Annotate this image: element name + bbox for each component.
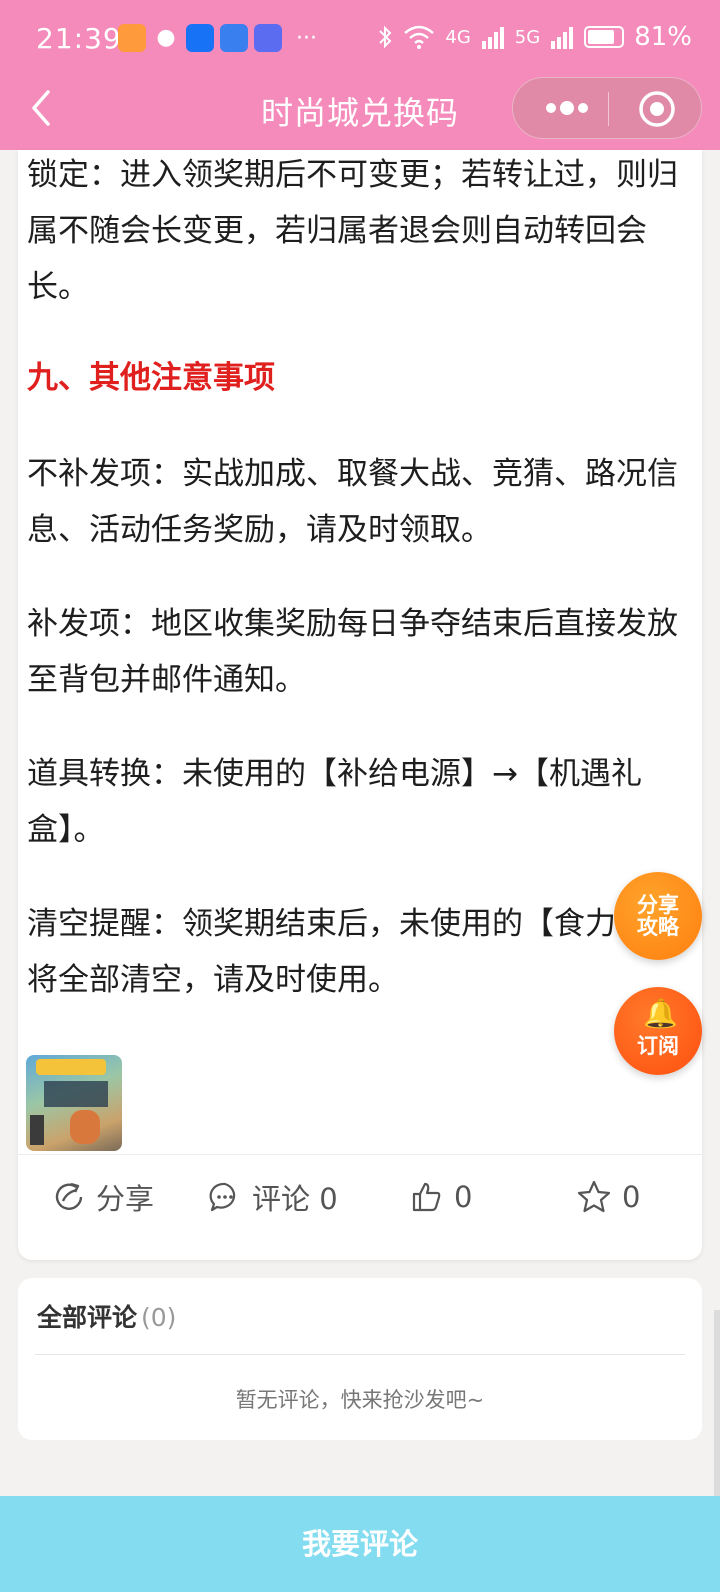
battery-icon (584, 26, 625, 48)
like-button[interactable]: 0 (410, 1172, 472, 1222)
comments-count: (0) (141, 1303, 177, 1332)
signal-5g-icon (551, 27, 574, 49)
article-paragraph: 清空提醒：领奖期结束后，未使用的【食力币】将全部清空，请及时使用。 (27, 906, 678, 998)
comment-button[interactable]: 评论 0 (208, 1172, 338, 1222)
more-notifications: ··· (296, 25, 317, 51)
article-card: 锁定：进入领奖期后不可变更；若转让过，则归属不随会长变更，若归属者退会则自动转回… (18, 150, 702, 1260)
game-thumbnail-image[interactable] (26, 1055, 122, 1151)
scrollbar[interactable] (714, 1310, 720, 1496)
taobao-icon (118, 24, 146, 52)
more-dots-icon[interactable] (535, 88, 595, 128)
thumb-logo (36, 1059, 106, 1075)
comments-empty-text: 暂无评论，快来抢沙发吧~ (235, 1388, 485, 1412)
miniprogram-capsule (512, 77, 702, 139)
share-guide-button[interactable]: 分享 攻略 (614, 872, 702, 960)
status-bar: 21:39 ● ··· 4G 5G 81% (0, 0, 720, 78)
battery-level (588, 30, 615, 44)
wechat-icon: ● (156, 25, 176, 50)
subscribe-button[interactable]: 🔔 订阅 (614, 987, 702, 1075)
signal-4g-label: 4G (445, 26, 471, 48)
thumb-figure (30, 1115, 44, 1145)
write-comment-button[interactable]: 我要评论 (0, 1496, 720, 1592)
top-bar: 21:39 ● ··· 4G 5G 81% 时尚城兑换码 (0, 0, 720, 150)
star-icon (577, 1180, 611, 1213)
comments-divider (35, 1354, 685, 1355)
comment-label: 评论 0 (252, 1182, 338, 1216)
capsule-divider (608, 92, 609, 126)
actions-divider (18, 1154, 702, 1155)
article-paragraph: 补发项：地区收集奖励每日争夺结束后直接发放至背包并邮件通知。 (27, 606, 678, 698)
status-time: 21:39 (36, 22, 122, 55)
close-target-icon[interactable] (635, 88, 679, 130)
section-heading: 九、其他注意事项 (27, 360, 275, 396)
like-count: 0 (454, 1180, 473, 1214)
bell-icon: 🔔 (643, 997, 678, 1030)
wifi-icon (404, 25, 435, 49)
contacts-icon (220, 24, 248, 52)
subscribe-label: 订阅 (637, 1034, 679, 1058)
thumbs-up-icon (412, 1182, 441, 1212)
bluetooth-icon (379, 25, 392, 49)
article-paragraph: 锁定：进入领奖期后不可变更；若转让过，则归属不随会长变更，若归属者退会则自动转回… (27, 157, 678, 305)
thumb-character (70, 1110, 100, 1144)
music-icon (254, 24, 282, 52)
comments-title: 全部评论 (37, 1303, 138, 1332)
article-paragraph: 道具转换：未使用的【补给电源】→【机遇礼盒】。 (27, 756, 642, 848)
thumb-panel (44, 1081, 108, 1107)
notification-icons: ● ··· (118, 24, 317, 52)
article-paragraph: 不补发项：实战加成、取餐大战、竞猜、路况信息、活动任务奖励，请及时领取。 (27, 456, 678, 548)
share-guide-line1: 分享 (637, 893, 679, 917)
comment-icon (209, 1182, 236, 1212)
share-guide-label: 分享 攻略 (614, 894, 702, 938)
battery-percent: 81% (634, 22, 692, 52)
comments-card: 全部评论 (0) 暂无评论，快来抢沙发吧~ (18, 1278, 702, 1440)
share-icon (55, 1182, 83, 1210)
favorite-count: 0 (622, 1180, 641, 1214)
status-right: 4G 5G 81% (377, 22, 692, 52)
share-label: 分享 (96, 1182, 155, 1216)
favorite-button[interactable]: 0 (576, 1172, 640, 1222)
share-guide-line2: 攻略 (637, 915, 679, 939)
comments-heading: 全部评论 (0) (37, 1298, 176, 1334)
signal-5g-label: 5G (514, 26, 541, 48)
zhihu-icon (186, 24, 214, 52)
signal-4g-icon (481, 27, 504, 49)
share-button[interactable]: 分享 (52, 1172, 154, 1222)
